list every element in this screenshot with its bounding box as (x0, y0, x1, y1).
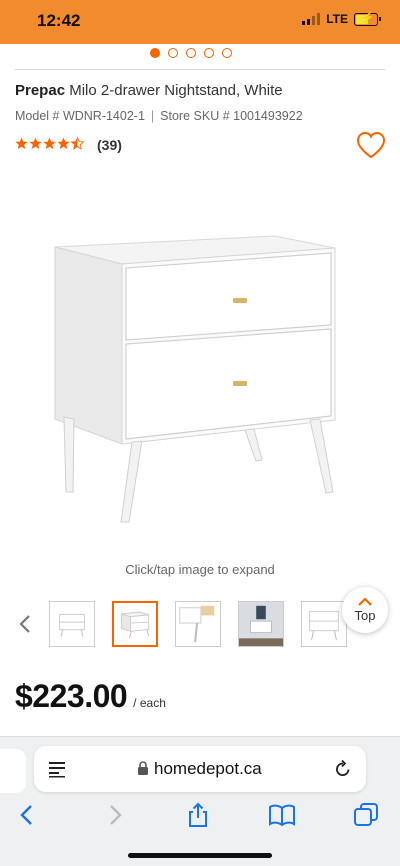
bookmarks-icon[interactable] (268, 801, 296, 829)
browser-toolbar (0, 797, 400, 837)
signal-icon (302, 13, 321, 25)
forward-arrow-icon[interactable] (100, 801, 128, 829)
thumbnail-5[interactable] (301, 601, 347, 647)
clock: 12:42 (37, 11, 81, 30)
chevron-left-icon[interactable] (18, 613, 32, 635)
back-to-top-label: Top (354, 608, 376, 623)
product-identifiers: Model # WDNR-1402-1 | Store SKU # 10014939… (15, 109, 303, 123)
page-menu-icon[interactable] (48, 760, 66, 778)
model-number: Model # WDNR-1402-1 (15, 109, 145, 123)
price: $223.00 / each (15, 678, 166, 715)
address-bar[interactable]: homedepot.ca (34, 746, 366, 792)
url-text[interactable]: homedepot.ca (154, 759, 262, 779)
carousel-dots (150, 48, 232, 58)
product-name: Milo 2-drawer Nightstand, White (69, 82, 283, 99)
product-title: Prepac Milo 2-drawer Nightstand, White (15, 82, 283, 99)
chevron-up-icon (358, 597, 372, 606)
thumbnail-2[interactable] (112, 601, 158, 647)
share-icon[interactable] (184, 801, 212, 829)
review-count[interactable]: (39) (97, 137, 122, 153)
thumbnail-4[interactable] (238, 601, 284, 647)
tabs-icon[interactable] (352, 801, 380, 829)
carousel-dot-2[interactable] (168, 48, 178, 58)
network-label: LTE (326, 12, 348, 26)
thumbnail-1[interactable] (49, 601, 95, 647)
status-bar: 12:42 LTE ⚡ (0, 0, 400, 44)
carousel-dot-1[interactable] (150, 48, 160, 58)
previous-tab-preview[interactable] (0, 749, 26, 793)
favorite-heart-icon[interactable] (356, 131, 386, 159)
star-rating-icon (15, 137, 87, 153)
product-brand[interactable]: Prepac (15, 82, 65, 99)
carousel-dot-3[interactable] (186, 48, 196, 58)
carousel-dot-5[interactable] (222, 48, 232, 58)
store-sku: Store SKU # 1001493922 (160, 109, 303, 123)
lock-icon (138, 761, 148, 775)
divider (15, 69, 385, 70)
carousel-dot-4[interactable] (204, 48, 214, 58)
product-image[interactable] (40, 222, 360, 532)
battery-icon: ⚡ (354, 12, 381, 26)
home-indicator (128, 853, 272, 858)
back-to-top-button[interactable]: Top (342, 587, 388, 633)
status-icons: LTE ⚡ (302, 12, 381, 26)
thumbnail-strip (14, 599, 386, 651)
expand-hint: Click/tap image to expand (125, 562, 275, 577)
back-arrow-icon[interactable] (14, 801, 42, 829)
thumbnail-3[interactable] (175, 601, 221, 647)
browser-chrome: homedepot.ca (0, 736, 400, 866)
price-unit: / each (133, 696, 166, 710)
price-amount: $223.00 (15, 678, 128, 714)
rating[interactable]: (39) (15, 137, 122, 153)
reload-icon[interactable] (334, 759, 352, 779)
